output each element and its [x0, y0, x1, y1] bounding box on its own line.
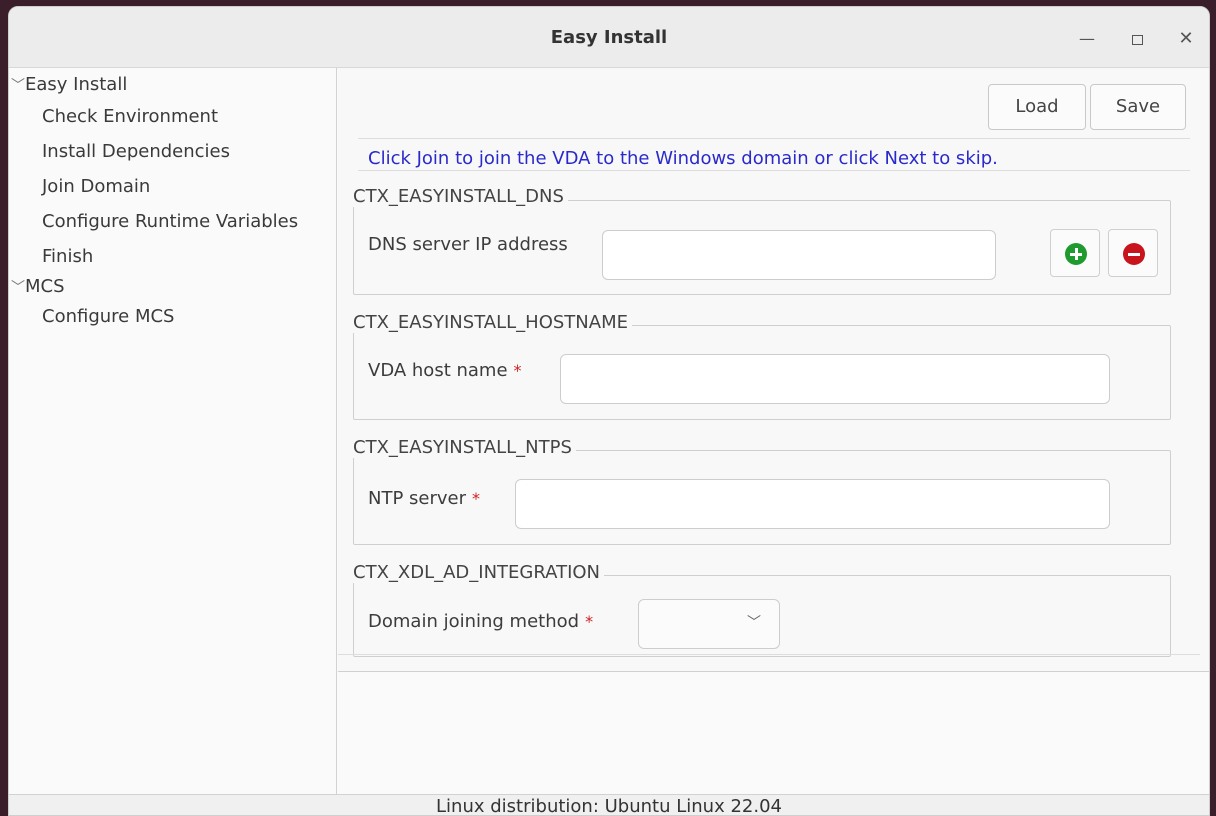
plus-icon — [1065, 243, 1087, 265]
easy-install-window: Easy Install — ✕ ﹀Easy Install Check Env… — [8, 6, 1210, 816]
status-bar: Linux distribution: Ubuntu Linux 22.04 — [9, 794, 1209, 816]
hostname-label-text: VDA host name — [368, 360, 508, 381]
ntp-label-text: NTP server — [368, 488, 467, 509]
tree-item-configure-runtime-variables[interactable]: Configure Runtime Variables — [42, 209, 298, 235]
required-marker: * — [513, 361, 522, 380]
domain-joining-method-label-text: Domain joining method — [368, 611, 580, 632]
chevron-down-icon[interactable]: ﹀ — [11, 73, 25, 99]
required-marker: * — [585, 612, 594, 631]
dns-field-label: DNS server IP address — [368, 234, 568, 255]
domain-joining-method-select[interactable]: ﹀ — [638, 599, 780, 649]
title-bar[interactable]: Easy Install — ✕ — [9, 7, 1209, 68]
vda-host-name-input[interactable] — [560, 354, 1110, 404]
navigation-tree: ﹀Easy Install Check Environment Install … — [9, 68, 337, 794]
tree-item-install-dependencies[interactable]: Install Dependencies — [42, 139, 230, 165]
minimize-icon[interactable]: — — [1073, 25, 1101, 53]
group-title-dns: CTX_EASYINSTALL_DNS — [353, 186, 568, 207]
group-title-ad-integration: CTX_XDL_AD_INTEGRATION — [353, 562, 605, 583]
chevron-down-icon: ﹀ — [747, 615, 761, 631]
ntp-field-label: NTP server * — [368, 488, 480, 509]
tree-item-finish[interactable]: Finish — [42, 244, 93, 270]
tree-group-easy-install[interactable]: ﹀Easy Install — [11, 72, 127, 98]
tree-group-mcs[interactable]: ﹀MCS — [11, 274, 65, 300]
instruction-text: Click Join to join the VDA to the Window… — [368, 148, 998, 169]
linux-distribution-status: Linux distribution: Ubuntu Linux 22.04 — [436, 796, 782, 816]
ntp-server-input[interactable] — [515, 479, 1110, 529]
group-title-hostname: CTX_EASYINSTALL_HOSTNAME — [353, 312, 632, 333]
window-title: Easy Install — [550, 27, 668, 48]
required-marker: * — [472, 489, 481, 508]
domain-joining-method-label: Domain joining method * — [368, 611, 593, 632]
divider — [338, 654, 1200, 655]
add-dns-button[interactable] — [1050, 229, 1100, 277]
hostname-field-label: VDA host name * — [368, 360, 522, 381]
dns-server-input[interactable] — [602, 230, 996, 280]
maximize-icon[interactable] — [1123, 25, 1151, 53]
group-title-ntps: CTX_EASYINSTALL_NTPS — [353, 437, 576, 458]
divider — [358, 170, 1190, 171]
content-area: Load Save Click Join to join the VDA to … — [338, 68, 1209, 794]
chevron-down-icon[interactable]: ﹀ — [11, 275, 25, 301]
tree-item-join-domain[interactable]: Join Domain — [42, 174, 150, 200]
tree-group-label: MCS — [25, 276, 65, 297]
tree-item-check-environment[interactable]: Check Environment — [42, 104, 218, 130]
join-domain-panel: Load Save Click Join to join the VDA to … — [338, 68, 1209, 672]
tree-item-configure-mcs[interactable]: Configure MCS — [42, 304, 175, 330]
divider — [358, 138, 1190, 139]
save-button[interactable]: Save — [1090, 84, 1186, 130]
remove-dns-button[interactable] — [1108, 229, 1158, 277]
close-icon[interactable]: ✕ — [1172, 25, 1200, 53]
load-button[interactable]: Load — [988, 84, 1086, 130]
tree-group-label: Easy Install — [25, 74, 128, 95]
minus-icon — [1123, 243, 1145, 265]
